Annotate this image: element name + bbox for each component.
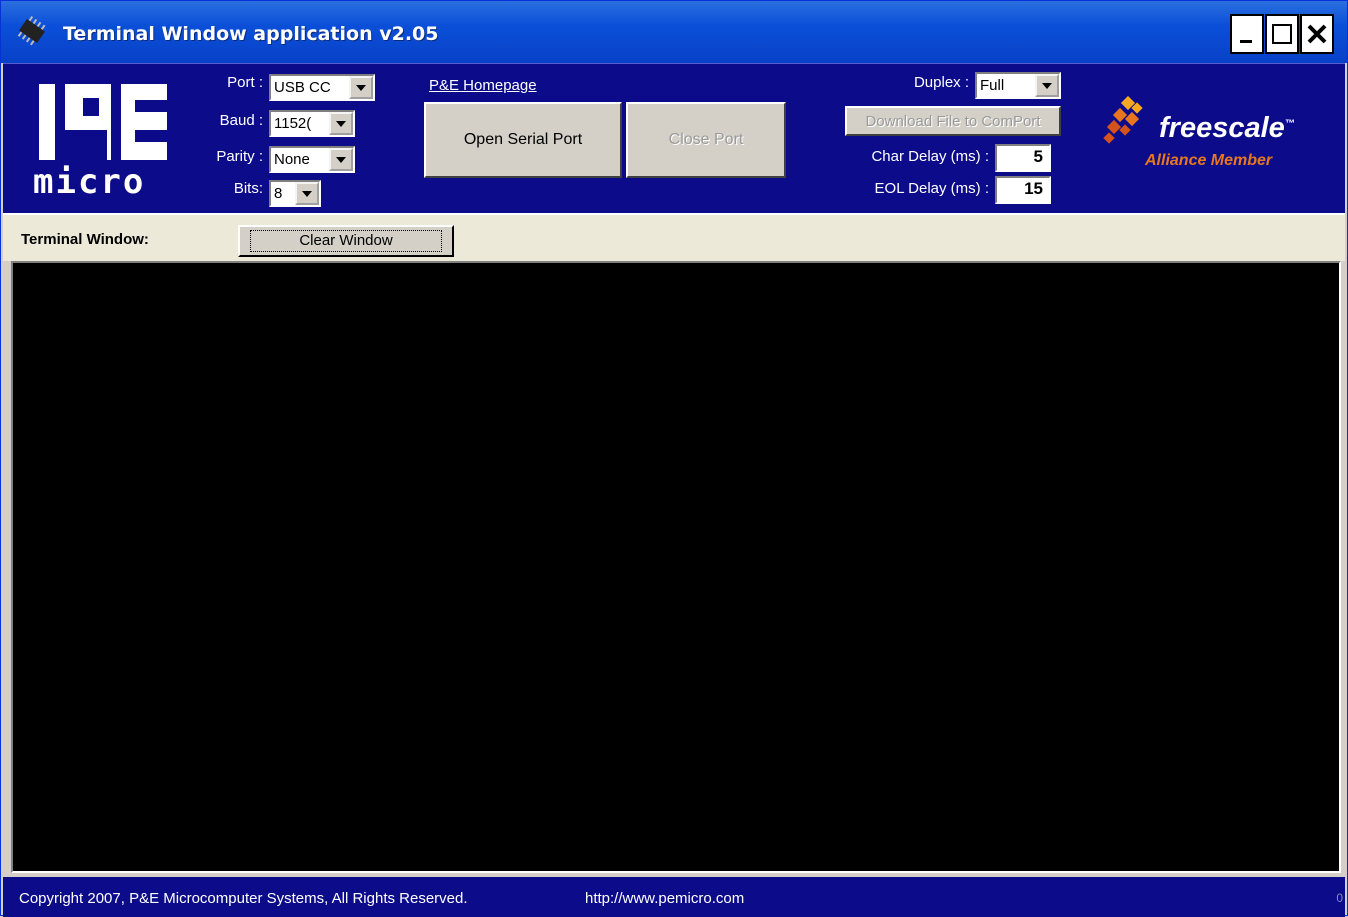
baud-label: Baud : (219, 112, 263, 129)
port-value: USB CC (274, 79, 331, 96)
maximize-icon (1272, 24, 1292, 44)
parity-select[interactable]: None (269, 146, 355, 173)
freescale-logo: freescale™ Alliance Member (1101, 96, 1321, 186)
port-select[interactable]: USB CC (269, 74, 375, 101)
app-window: Terminal Window application v2.05 micro (0, 0, 1348, 917)
title-bar[interactable]: Terminal Window application v2.05 (1, 1, 1347, 63)
chevron-down-icon[interactable] (329, 112, 353, 135)
port-label: Port : (227, 74, 263, 91)
website-url: http://www.pemicro.com (585, 890, 745, 907)
open-serial-port-button[interactable]: Open Serial Port (424, 102, 622, 178)
freescale-name: freescale (1159, 112, 1285, 144)
duplex-select[interactable]: Full (975, 72, 1061, 99)
window-title: Terminal Window application v2.05 (63, 23, 439, 45)
app-chip-icon (15, 15, 49, 47)
status-counter: 0 (1336, 891, 1343, 905)
bits-label: Bits: (233, 180, 263, 197)
settings-panel: micro Port : USB CC Baud : 1152( Parity … (3, 63, 1345, 213)
close-button[interactable] (1300, 14, 1334, 54)
download-file-button[interactable]: Download File to ComPort (845, 106, 1061, 136)
terminal-window-label: Terminal Window: (21, 231, 149, 248)
chevron-down-icon[interactable] (349, 76, 373, 99)
status-bar: Copyright 2007, P&E Microcomputer System… (3, 877, 1345, 917)
pe-micro-logo: micro (33, 84, 175, 204)
parity-value: None (274, 151, 310, 168)
terminal-output[interactable] (11, 261, 1341, 873)
baud-value: 1152( (274, 115, 312, 132)
homepage-link[interactable]: P&E Homepage (429, 77, 537, 94)
parity-label: Parity : (216, 148, 263, 165)
chevron-down-icon[interactable] (1035, 74, 1059, 97)
baud-select[interactable]: 1152( (269, 110, 355, 137)
duplex-label: Duplex : (913, 74, 969, 91)
close-port-button[interactable]: Close Port (626, 102, 786, 178)
maximize-button[interactable] (1265, 14, 1299, 54)
eol-delay-label: EOL Delay (ms) : (874, 180, 989, 197)
minimize-button[interactable] (1230, 14, 1264, 54)
char-delay-label: Char Delay (ms) : (871, 148, 989, 165)
logo-wordmark: micro (33, 162, 146, 202)
alliance-member-label: Alliance Member (1145, 152, 1273, 169)
clear-window-button[interactable]: Clear Window (238, 225, 454, 257)
char-delay-input[interactable]: 5 (995, 144, 1051, 172)
eol-delay-input[interactable]: 15 (995, 176, 1051, 204)
freescale-mark-icon (1103, 96, 1143, 144)
freescale-wordmark: freescale™ (1159, 112, 1295, 145)
close-icon (1307, 24, 1327, 44)
chevron-down-icon[interactable] (329, 148, 353, 171)
bits-value: 8 (274, 185, 283, 202)
terminal-toolbar: Terminal Window: Clear Window (3, 213, 1345, 261)
minimize-icon (1240, 40, 1252, 43)
clear-window-label: Clear Window (250, 230, 442, 252)
copyright-text: Copyright 2007, P&E Microcomputer System… (19, 890, 468, 907)
chevron-down-icon[interactable] (295, 182, 319, 205)
trademark-symbol: ™ (1284, 118, 1295, 130)
duplex-value: Full (980, 77, 1005, 94)
bits-select[interactable]: 8 (269, 180, 321, 207)
